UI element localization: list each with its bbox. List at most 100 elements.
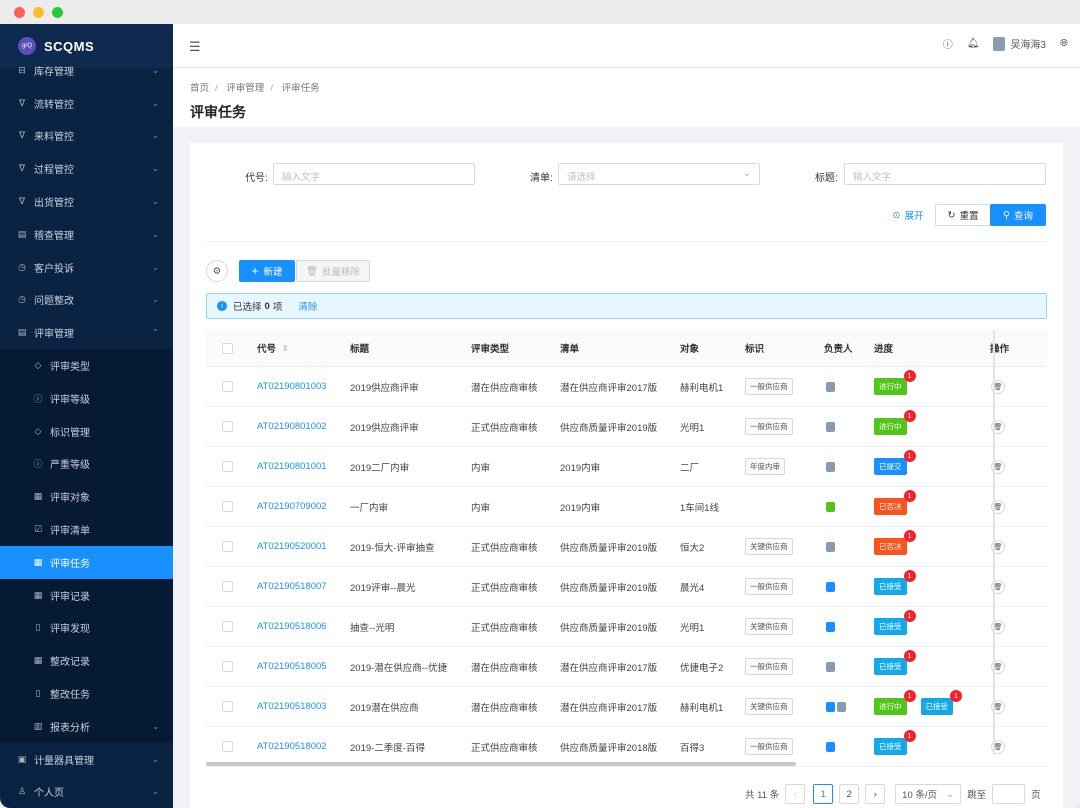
prev-page-button[interactable]: ‹ (785, 784, 806, 804)
new-button[interactable]: + 新建 (239, 260, 295, 282)
sidebar-item-bottom-0[interactable]: ▣ 计量器具管理 ⌄ (0, 743, 173, 776)
row-code-link[interactable]: AT02190518005 (257, 647, 327, 686)
chevron-down-icon: ⌄ (152, 754, 159, 764)
row-object: 赫利电机1 (680, 382, 724, 394)
sidebar-item-top-4[interactable]: ∇ 出货管控 ⌄ (0, 185, 173, 218)
progress-status-text: 已接受 (879, 662, 902, 671)
sidebar-item-top-7[interactable]: ◷ 问题整改 ⌄ (0, 284, 173, 317)
sidebar-item-bottom-1[interactable]: ♙ 个人页 ⌄ (0, 776, 173, 808)
sidebar-item-sub-6[interactable]: ▦ 评审任务 (0, 545, 173, 579)
sidebar-item-top-2[interactable]: ∇ 来料管控 ⌄ (0, 120, 173, 153)
notification-badge: 1 (903, 690, 916, 702)
sidebar-item-sub-1[interactable]: ⓘ 评审等级 (0, 382, 173, 415)
row-code-link[interactable]: AT02190520001 (257, 527, 327, 566)
tag-icon: ◇ (34, 360, 42, 371)
row-checkbox[interactable] (222, 461, 233, 472)
code-filter-input[interactable]: 输入文字 (273, 163, 475, 185)
row-checkbox[interactable] (222, 661, 233, 672)
select-all-checkbox[interactable] (222, 342, 233, 354)
table-row[interactable]: AT02190801001 2019二厂内审 内审 2019内审 二厂 年度内审 已提交 1 🗑… (206, 447, 1047, 487)
row-checkbox[interactable] (222, 701, 233, 712)
table-row[interactable]: AT02190518005 2019-潜在供应商--优捷 潜在供应商审核 潜在供应商评… (206, 647, 1047, 687)
row-checkbox[interactable] (222, 621, 233, 632)
sidebar-item-sub-7[interactable]: ▦ 评审记录 (0, 579, 173, 612)
sidebar-item-sub-0[interactable]: ◇ 评审类型 (0, 349, 173, 382)
page-1-button[interactable]: 1 (813, 784, 834, 804)
chevron-down-icon: ⌄ (743, 168, 751, 179)
row-list: 潜在供应商评审2017版 (560, 662, 658, 674)
row-code-link[interactable]: AT02190518006 (257, 607, 327, 646)
sidebar-item-sub-5[interactable]: ☑ 评审清单 (0, 513, 173, 546)
jump-input[interactable] (992, 784, 1026, 804)
row-checkbox-cell (222, 407, 233, 446)
table-row[interactable]: AT02190518006 抽查--光明 正式供应商审核 供应商质量评审2019版 光明… (206, 607, 1047, 647)
sort-icon[interactable]: ⇕ (282, 344, 289, 353)
maximize-window-button[interactable] (52, 7, 63, 18)
sidebar-item-top-8[interactable]: ▤ 评审管理 ⌃ (0, 316, 173, 349)
sidebar-item-sub-9[interactable]: ▦ 整改记录 (0, 644, 173, 677)
row-checkbox[interactable] (222, 581, 233, 592)
sidebar-item-sub-10[interactable]: ▯ 整改任务 (0, 677, 173, 710)
row-code-link[interactable]: AT02190518007 (257, 567, 327, 606)
page-size-select[interactable]: 10 条/页 ⌄ (895, 784, 962, 804)
menu-fold-icon[interactable]: ☰ (189, 39, 201, 55)
mark-tag: 一般供应商 (745, 738, 793, 755)
row-code-link[interactable]: AT02190709002 (257, 487, 327, 526)
close-window-button[interactable] (14, 7, 25, 18)
breadcrumb-review[interactable]: 评审管理 (226, 83, 264, 94)
clock-icon: ◷ (18, 294, 26, 305)
row-checkbox[interactable] (222, 421, 233, 432)
settings-gear-icon[interactable]: ⚙ (206, 260, 228, 282)
sidebar-item-top-3[interactable]: ∇ 过程管控 ⌄ (0, 152, 173, 185)
progress-status-text: 已接受 (879, 622, 902, 631)
row-checkbox[interactable] (222, 501, 233, 512)
row-code-link[interactable]: AT02190801003 (257, 367, 327, 406)
row-checkbox[interactable] (222, 541, 233, 552)
query-button[interactable]: ⚲ 查询 (990, 204, 1046, 226)
row-code-link[interactable]: AT02190801002 (257, 407, 327, 446)
page-2-button[interactable]: 2 (839, 784, 860, 804)
sidebar-item-top-0[interactable]: ⊟ 库存管理 ⌄ (0, 54, 173, 87)
globe-icon[interactable]: 🌐︎ (1060, 38, 1068, 49)
row-title: 2019-二季度-百得 (350, 742, 425, 754)
sidebar-item-top-5[interactable]: ▤ 稽查管理 ⌄ (0, 218, 173, 251)
clear-selection-link[interactable]: 清除 (298, 299, 317, 313)
row-checkbox-cell (222, 607, 233, 646)
list-filter-select[interactable]: 请选择 ⌄ (558, 163, 760, 185)
sidebar-item-top-6[interactable]: ◷ 客户投诉 ⌄ (0, 251, 173, 284)
row-checkbox[interactable] (222, 741, 233, 752)
table-row[interactable]: AT02190520001 2019-恒大-评审抽查 正式供应商审核 供应商质量评审2… (206, 527, 1047, 567)
sidebar-item-top-1[interactable]: ∇ 流转管控 ⌄ (0, 87, 173, 120)
reset-button[interactable]: ↻ 重置 (935, 204, 991, 226)
row-title: 2019-恒大-评审抽查 (350, 542, 435, 554)
minimize-window-button[interactable] (33, 7, 44, 18)
user-menu[interactable]: 吴海海3 (993, 36, 1046, 51)
row-code-link[interactable]: AT02190518002 (257, 727, 327, 766)
sidebar-item-sub-3[interactable]: ⓘ 严重等级 (0, 448, 173, 481)
horizontal-scrollbar[interactable] (206, 762, 796, 766)
help-icon[interactable]: ⓘ (943, 36, 953, 51)
batch-remove-button[interactable]: 🗑︎ 批量移除 (296, 260, 370, 282)
table-row[interactable]: AT02190801002 2019供应商评审 正式供应商审核 供应商质量评审2019… (206, 407, 1047, 447)
table-row[interactable]: AT02190518002 2019-二季度-百得 正式供应商审核 供应商质量评审20… (206, 727, 1047, 767)
breadcrumb-home[interactable]: 首页 (190, 83, 209, 94)
sidebar-item-sub-8[interactable]: ▯ 评审发现 (0, 612, 173, 645)
sidebar-item-sub-4[interactable]: ▦ 评审对象 (0, 480, 173, 513)
row-code-link[interactable]: AT02190801001 (257, 447, 327, 486)
title-filter-input[interactable]: 输入文字 (844, 163, 1046, 185)
sidebar-item-label: 评审对象 (50, 493, 90, 505)
next-page-button[interactable]: › (865, 784, 886, 804)
row-owner (826, 607, 837, 646)
check-icon: ☑ (33, 524, 43, 535)
expand-button[interactable]: ⊙ 展开 (888, 204, 928, 226)
table-row[interactable]: AT02190801003 2019供应商评审 潜在供应商审核 潜在供应商评审2017… (206, 367, 1047, 407)
sidebar-item-sub-11[interactable]: ▥ 报表分析 ⌄ (0, 710, 173, 743)
sidebar-item-sub-2[interactable]: ◇ 标识管理 (0, 415, 173, 448)
table-row[interactable]: AT02190518003 2019潜在供应商 潜在供应商审核 潜在供应商评审2017… (206, 687, 1047, 727)
table-row[interactable]: AT02190518007 2019评审--晨光 正式供应商审核 供应商质量评审201… (206, 567, 1047, 607)
row-checkbox[interactable] (222, 381, 233, 392)
row-code-link[interactable]: AT02190518003 (257, 687, 327, 726)
table-row[interactable]: AT02190709002 一厂内审 内审 2019内审 1车间1线 已否决 1 🗑︎ (206, 487, 1047, 527)
bell-icon[interactable]: 🔔︎ (967, 38, 980, 49)
header-code[interactable]: 代号 ⇕ (257, 330, 289, 366)
